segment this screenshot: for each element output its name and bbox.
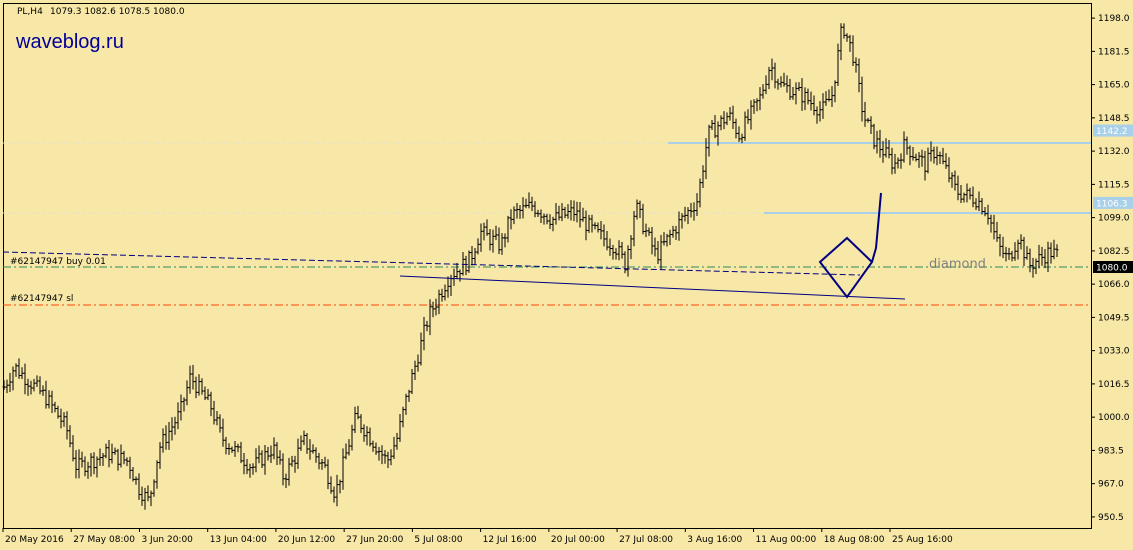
time-tick-label: 20 Jun 12:00 <box>278 535 335 545</box>
level-price-label: 1142.2 <box>1096 127 1128 137</box>
stop-loss-label: #62147947 sl <box>10 294 73 304</box>
time-tick-label: 12 Jul 16:00 <box>483 535 537 545</box>
price-tick-label: 950.5 <box>1098 513 1124 523</box>
price-tick-label: 983.5 <box>1098 446 1124 456</box>
time-tick-label: 27 Jun 20:00 <box>346 535 403 545</box>
price-tick-label: 1049.5 <box>1098 313 1130 323</box>
price-tick-label: 1066.0 <box>1098 280 1130 290</box>
diamond-annotation: diamond <box>929 257 986 272</box>
symbol-label: PL,H4 <box>17 7 43 17</box>
price-tick-label: 1033.0 <box>1098 347 1130 357</box>
current-price-label: 1080.0 <box>1096 264 1128 274</box>
time-tick-label: 25 Aug 16:00 <box>892 535 953 545</box>
price-tick-label: 1165.0 <box>1098 81 1130 91</box>
chart-background <box>0 0 1133 550</box>
price-tick-label: 1148.5 <box>1098 114 1130 124</box>
price-tick-label: 1000.0 <box>1098 413 1130 423</box>
buy-order-label: #62147947 buy 0.01 <box>10 257 106 267</box>
time-tick-label: 11 Aug 00:00 <box>756 535 817 545</box>
time-tick-label: 3 Jun 20:00 <box>141 535 193 545</box>
time-tick-label: 20 Jul 00:00 <box>551 535 605 545</box>
time-tick-label: 13 Jun 04:00 <box>210 535 267 545</box>
time-tick-label: 27 May 08:00 <box>73 535 135 545</box>
price-tick-label: 1198.0 <box>1098 14 1130 24</box>
price-tick-label: 1099.0 <box>1098 214 1130 224</box>
price-tick-label: 1082.5 <box>1098 247 1130 257</box>
watermark-logo: waveblog.ru <box>15 31 124 53</box>
ohlc-values: 1079.3 1082.6 1078.5 1080.0 <box>50 7 185 17</box>
time-tick-label: 3 Aug 16:00 <box>687 535 742 545</box>
level-price-label: 1106.3 <box>1096 199 1128 209</box>
time-tick-label: 20 May 2016 <box>5 535 64 545</box>
price-tick-label: 1016.5 <box>1098 380 1130 390</box>
price-tick-label: 967.0 <box>1098 480 1124 490</box>
price-tick-label: 1181.5 <box>1098 47 1130 57</box>
time-tick-label: 5 Jul 08:00 <box>414 535 463 545</box>
price-tick-label: 1132.0 <box>1098 147 1130 157</box>
price-chart: #62147947 buy 0.01 #62147947 sl diamond … <box>0 0 1133 550</box>
price-tick-label: 1115.5 <box>1098 180 1130 190</box>
time-tick-label: 27 Jul 08:00 <box>619 535 673 545</box>
time-tick-label: 18 Aug 08:00 <box>824 535 885 545</box>
